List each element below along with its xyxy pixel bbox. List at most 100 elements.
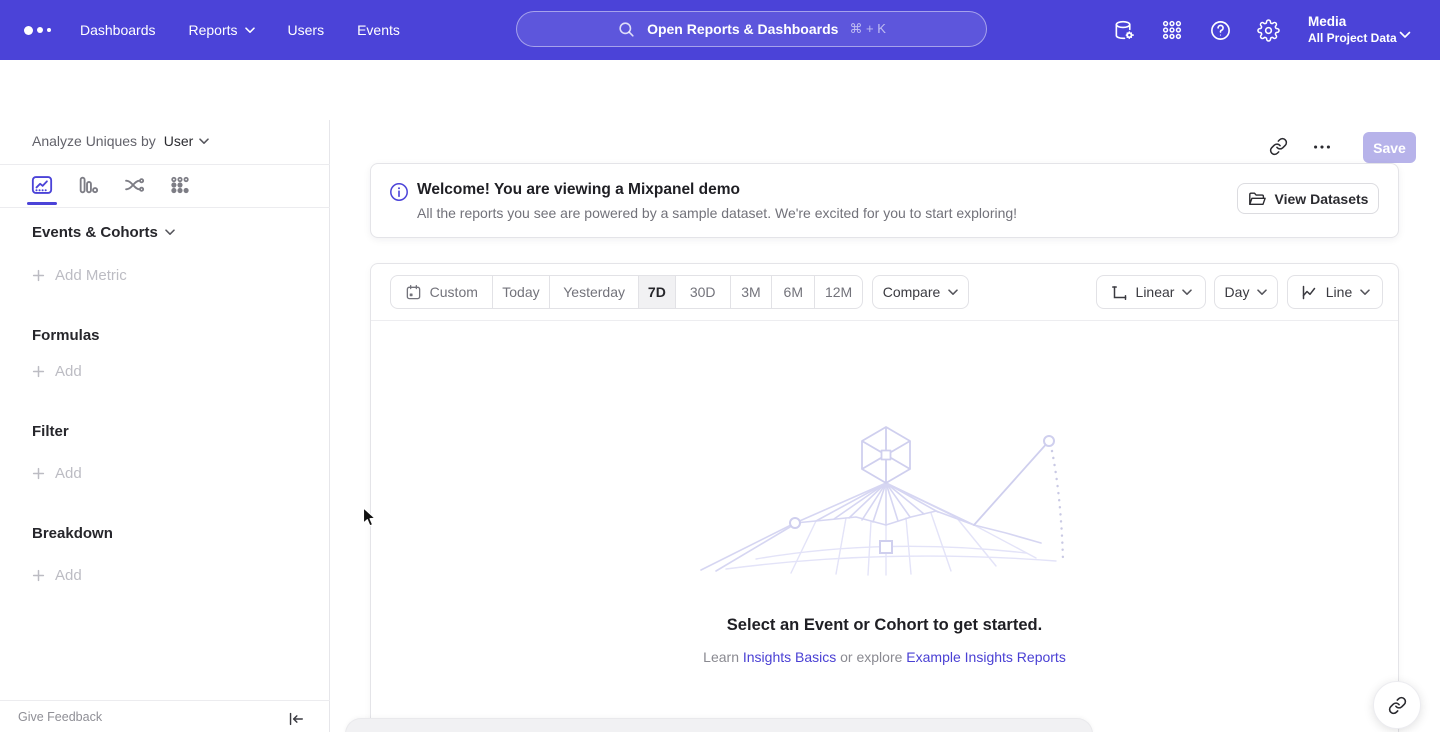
add-breakdown-label: Add [55, 567, 82, 584]
nav-item-dashboards[interactable]: Dashboards [80, 22, 156, 38]
chevron-down-icon [1182, 289, 1192, 296]
events-cohorts-section-title[interactable]: Events & Cohorts [32, 224, 175, 241]
example-reports-link[interactable]: Example Insights Reports [906, 649, 1066, 665]
query-sidebar: Analyze Uniques by User [0, 120, 330, 732]
breakdown-section-title: Breakdown [32, 525, 113, 542]
add-formula-label: Add [55, 363, 82, 380]
tab-flow-chart[interactable] [122, 172, 146, 198]
search-shortcut: ⌘ + K [849, 21, 886, 37]
compare-button[interactable]: Compare [872, 275, 969, 309]
analyze-value: User [164, 133, 194, 149]
chart-type-label: Line [1326, 284, 1352, 300]
collapse-sidebar-icon[interactable] [286, 710, 306, 728]
chevron-down-icon [165, 229, 175, 236]
bottom-sheet-edge[interactable] [345, 718, 1093, 732]
date-range-12m[interactable]: 12M [814, 276, 862, 308]
search-icon [617, 20, 636, 39]
mixpanel-insights-page: Dashboards Reports Users Events Open Rep… [0, 0, 1440, 732]
project-subtitle: All Project Data [1308, 30, 1397, 47]
give-feedback-link[interactable]: Give Feedback [18, 710, 102, 724]
chevron-down-icon [1360, 289, 1370, 296]
date-range-yesterday[interactable]: Yesterday [549, 276, 638, 308]
filter-section-title: Filter [32, 423, 69, 440]
date-range-label: 6M [784, 284, 803, 300]
add-metric-button[interactable]: Add Metric [32, 267, 127, 284]
chevron-down-icon [1257, 289, 1267, 296]
nav-item-label: Dashboards [80, 22, 156, 38]
data-management-icon[interactable] [1112, 18, 1136, 42]
date-range-today[interactable]: Today [492, 276, 550, 308]
date-range-6m[interactable]: 6M [771, 276, 814, 308]
nav-item-events[interactable]: Events [357, 22, 400, 38]
scale-label: Linear [1136, 284, 1175, 300]
date-range-label: 3M [741, 284, 760, 300]
tab-insights-line-chart[interactable] [30, 172, 54, 198]
connector-text: or explore [840, 649, 902, 665]
view-datasets-label: View Datasets [1275, 191, 1369, 207]
more-options-icon[interactable] [1311, 137, 1333, 157]
interval-label: Day [1225, 284, 1250, 300]
nav-item-label: Reports [189, 22, 238, 38]
copy-url-fab[interactable] [1373, 681, 1421, 729]
help-icon[interactable] [1208, 18, 1232, 42]
analyze-uniques-selector[interactable]: Analyze Uniques by User [32, 133, 209, 149]
folder-icon [1248, 191, 1266, 207]
empty-state-links: Learn Insights Basics or explore Example… [371, 649, 1398, 665]
chevron-down-icon [948, 289, 958, 296]
copy-link-icon[interactable] [1269, 137, 1289, 157]
logo-dot [37, 27, 43, 33]
logo-dot [47, 28, 51, 32]
tab-scatter-chart[interactable] [168, 172, 192, 198]
settings-gear-icon[interactable] [1256, 18, 1280, 42]
line-chart-icon [1300, 283, 1318, 301]
add-metric-label: Add Metric [55, 267, 127, 284]
divider [0, 164, 330, 165]
project-chevron-down-icon[interactable] [1399, 26, 1411, 44]
nav-item-label: Events [357, 22, 400, 38]
selected-tab-indicator [27, 202, 57, 205]
project-switcher[interactable]: Media All Project Data [1308, 13, 1397, 47]
section-title-label: Filter [32, 423, 69, 440]
analyze-label: Analyze Uniques by [32, 133, 156, 149]
info-icon [389, 182, 409, 202]
insights-basics-link[interactable]: Insights Basics [743, 649, 836, 665]
demo-welcome-banner: Welcome! You are viewing a Mixpanel demo… [370, 163, 1399, 238]
calendar-icon [405, 284, 422, 301]
save-button[interactable]: Save [1363, 132, 1416, 163]
project-name: Media [1308, 13, 1397, 30]
view-datasets-button[interactable]: View Datasets [1237, 183, 1379, 214]
interval-day-button[interactable]: Day [1214, 275, 1278, 309]
chart-toolbar: Custom Today Yesterday 7D 30D 3M 6M 12M … [371, 264, 1398, 321]
tab-bar-chart[interactable] [76, 172, 100, 198]
banner-body: All the reports you see are powered by a… [417, 205, 1017, 221]
date-range-label: 30D [690, 284, 716, 300]
search-placeholder: Open Reports & Dashboards [647, 21, 838, 37]
empty-state-title: Select an Event or Cohort to get started… [371, 616, 1398, 635]
plus-icon [32, 569, 45, 582]
add-breakdown-button[interactable]: Add [32, 567, 82, 584]
chart-type-line-button[interactable]: Line [1287, 275, 1383, 309]
linear-axis-icon [1110, 283, 1128, 301]
apps-grid-icon[interactable] [1160, 18, 1184, 42]
date-range-30d[interactable]: 30D [675, 276, 730, 308]
mixpanel-logo[interactable] [24, 0, 51, 60]
nav-item-reports[interactable]: Reports [189, 22, 255, 38]
insights-chart-card: Custom Today Yesterday 7D 30D 3M 6M 12M … [370, 263, 1399, 732]
add-filter-button[interactable]: Add [32, 465, 82, 482]
section-title-label: Events & Cohorts [32, 224, 158, 241]
global-search-input[interactable]: Open Reports & Dashboards ⌘ + K [516, 11, 987, 47]
chart-type-tabs [30, 172, 192, 198]
date-range-picker: Custom Today Yesterday 7D 30D 3M 6M 12M [390, 275, 863, 309]
chevron-down-icon [245, 27, 255, 34]
date-range-7d-selected[interactable]: 7D [638, 276, 675, 308]
top-navbar: Dashboards Reports Users Events Open Rep… [0, 0, 1440, 60]
formulas-section-title: Formulas [32, 327, 100, 344]
add-formula-button[interactable]: Add [32, 363, 82, 380]
date-range-3m[interactable]: 3M [730, 276, 772, 308]
nav-icon-group [1112, 0, 1280, 60]
date-range-label: Today [502, 284, 539, 300]
scale-linear-button[interactable]: Linear [1096, 275, 1206, 309]
nav-item-label: Users [288, 22, 325, 38]
nav-item-users[interactable]: Users [288, 22, 325, 38]
date-range-custom[interactable]: Custom [391, 276, 492, 308]
